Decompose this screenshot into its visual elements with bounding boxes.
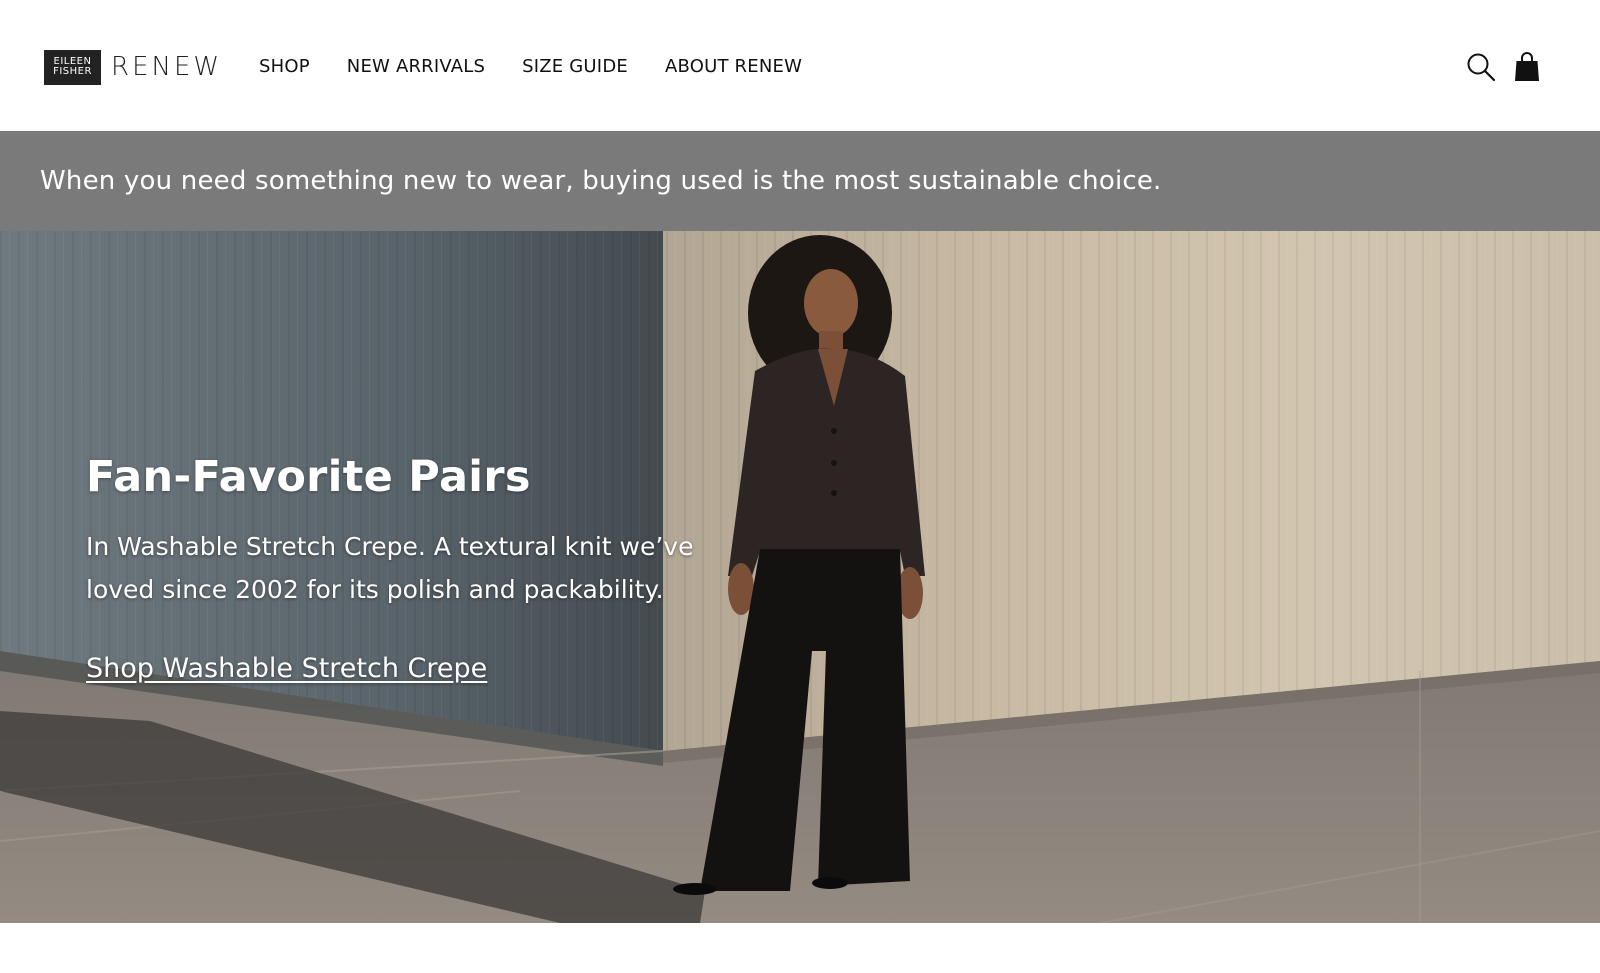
nav-item-shop[interactable]: SHOP: [259, 54, 310, 80]
nav-item-about-renew[interactable]: ABOUT RENEW: [665, 54, 802, 80]
announcement-text: When you need something new to wear, buy…: [40, 166, 1162, 196]
hero-content: Fan-Favorite Pairs In Washable Stretch C…: [86, 451, 766, 684]
shop-washable-stretch-crepe-link[interactable]: Shop Washable Stretch Crepe: [86, 653, 487, 684]
shopping-bag-icon: [1515, 52, 1539, 81]
cart-button[interactable]: [1510, 50, 1544, 84]
hero-description: In Washable Stretch Crepe. A textural kn…: [86, 532, 694, 604]
brand-logo[interactable]: EILEEN FISHER RENEW: [44, 49, 222, 85]
logo-line-2: FISHER: [53, 66, 92, 77]
hero-banner: Fan-Favorite Pairs In Washable Stretch C…: [0, 231, 1600, 923]
logo-mark: EILEEN FISHER: [44, 49, 101, 85]
logo-wordmark: RENEW: [111, 52, 223, 82]
search-button[interactable]: [1464, 50, 1498, 84]
site-header: EILEEN FISHER RENEW SHOP NEW ARRIVALS SI…: [0, 0, 1600, 131]
nav-item-new-arrivals[interactable]: NEW ARRIVALS: [347, 54, 485, 80]
search-icon: [1467, 53, 1496, 82]
nav-item-size-guide[interactable]: SIZE GUIDE: [522, 54, 628, 80]
main-nav: SHOP NEW ARRIVALS SIZE GUIDE ABOUT RENEW: [259, 54, 802, 80]
hero-title: Fan-Favorite Pairs: [86, 452, 531, 502]
announcement-bar: When you need something new to wear, buy…: [0, 131, 1600, 231]
